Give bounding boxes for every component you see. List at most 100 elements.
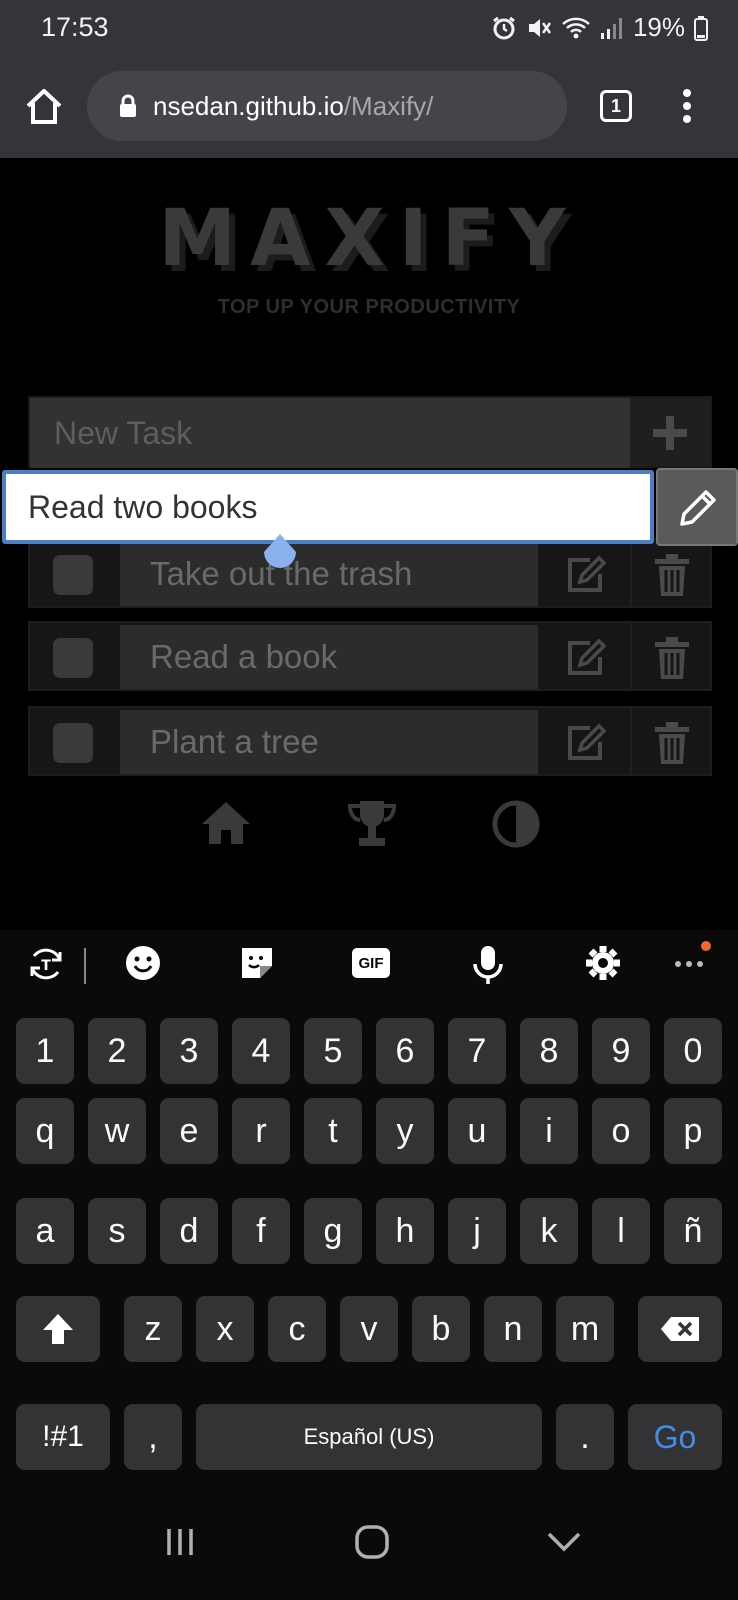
mute-icon <box>528 18 551 37</box>
key[interactable]: p <box>664 1098 722 1164</box>
home-nav-button[interactable] <box>354 1524 390 1560</box>
sticker-icon[interactable] <box>238 944 276 982</box>
key[interactable]: i <box>520 1098 578 1164</box>
space-key[interactable]: Español (US) <box>196 1404 542 1470</box>
edit-icon[interactable] <box>562 720 608 766</box>
pencil-icon <box>680 490 716 526</box>
system-nav-bar <box>0 1492 738 1600</box>
key[interactable]: b <box>412 1296 470 1362</box>
key[interactable]: n <box>484 1296 542 1362</box>
key[interactable]: w <box>88 1098 146 1164</box>
settings-icon[interactable] <box>584 944 622 982</box>
trash-icon[interactable] <box>652 720 692 766</box>
key[interactable]: h <box>376 1198 434 1264</box>
task-label: Read a book <box>120 625 538 689</box>
key[interactable]: z <box>124 1296 182 1362</box>
key[interactable]: s <box>88 1198 146 1264</box>
web-page: MAXIFY TOP UP YOUR PRODUCTIVITY New Task… <box>0 158 738 930</box>
lock-icon <box>120 94 136 117</box>
wifi-icon <box>562 17 590 38</box>
key[interactable]: e <box>160 1098 218 1164</box>
key[interactable]: f <box>232 1198 290 1264</box>
trophy-icon[interactable] <box>346 798 398 850</box>
key[interactable]: g <box>304 1198 362 1264</box>
mic-icon[interactable] <box>470 944 506 986</box>
new-task-form: New Task <box>28 396 712 468</box>
key[interactable]: r <box>232 1098 290 1164</box>
key[interactable]: m <box>556 1296 614 1362</box>
key[interactable]: a <box>16 1198 74 1264</box>
task-checkbox[interactable] <box>53 555 93 595</box>
key[interactable]: 7 <box>448 1018 506 1084</box>
key[interactable]: x <box>196 1296 254 1362</box>
task-divider <box>630 540 632 606</box>
go-key[interactable]: Go <box>628 1404 722 1470</box>
task-checkbox[interactable] <box>53 723 93 763</box>
task-divider <box>630 708 632 774</box>
key[interactable]: 8 <box>520 1018 578 1084</box>
edit-icon[interactable] <box>562 552 608 598</box>
period-key[interactable]: . <box>556 1404 614 1470</box>
home-nav-icon[interactable] <box>200 798 252 846</box>
gif-icon[interactable]: GIF <box>352 948 390 978</box>
status-bar: 17:53 19% <box>0 0 738 56</box>
home-icon[interactable] <box>24 86 64 126</box>
symbols-key[interactable]: !#1 <box>16 1404 110 1470</box>
trash-icon[interactable] <box>652 552 692 598</box>
status-icons: 19% <box>491 12 708 43</box>
emoji-icon[interactable] <box>124 944 162 982</box>
task-label: Take out the trash <box>120 542 538 606</box>
translate-icon[interactable]: T <box>26 944 66 984</box>
shift-key[interactable] <box>16 1296 100 1362</box>
add-task-button[interactable] <box>650 410 690 456</box>
backspace-key[interactable] <box>638 1296 722 1362</box>
app-tagline: TOP UP YOUR PRODUCTIVITY <box>217 296 521 318</box>
shift-icon <box>43 1314 73 1344</box>
text-cursor-handle[interactable] <box>262 534 298 570</box>
more-icon[interactable] <box>672 938 712 978</box>
edit-icon[interactable] <box>562 635 608 681</box>
status-time: 17:53 <box>41 12 109 42</box>
recent-apps-icon[interactable] <box>164 1526 196 1558</box>
key[interactable]: 3 <box>160 1018 218 1084</box>
signal-icon <box>600 17 622 39</box>
key[interactable]: ñ <box>664 1198 722 1264</box>
save-edit-button[interactable] <box>656 468 738 546</box>
more-menu-icon[interactable] <box>680 86 694 126</box>
key[interactable]: d <box>160 1198 218 1264</box>
comma-key[interactable]: , <box>124 1404 182 1470</box>
app-logo: MAXIFY <box>158 194 580 284</box>
key[interactable]: j <box>448 1198 506 1264</box>
key[interactable]: u <box>448 1098 506 1164</box>
trash-icon[interactable] <box>652 635 692 681</box>
new-task-input[interactable]: New Task <box>30 398 630 468</box>
edit-task-input[interactable]: Read two books <box>2 470 654 544</box>
key[interactable]: v <box>340 1296 398 1362</box>
hide-keyboard-icon[interactable] <box>546 1530 582 1554</box>
contrast-icon[interactable] <box>490 798 542 850</box>
key[interactable]: 0 <box>664 1018 722 1084</box>
key[interactable]: o <box>592 1098 650 1164</box>
tab-switcher-button[interactable]: 1 <box>600 90 632 122</box>
key[interactable]: 6 <box>376 1018 434 1084</box>
task-checkbox[interactable] <box>53 638 93 678</box>
address-bar[interactable]: nsedan.github.io/Maxify/ <box>87 71 567 141</box>
task-item: Plant a tree <box>28 706 712 776</box>
key[interactable]: 5 <box>304 1018 362 1084</box>
key[interactable]: 9 <box>592 1018 650 1084</box>
keyboard: T GIF 1 2 3 4 5 6 7 8 9 0 q w e r t y u … <box>0 930 738 1492</box>
key[interactable]: c <box>268 1296 326 1362</box>
task-item: Take out the trash <box>28 538 712 608</box>
key[interactable]: q <box>16 1098 74 1164</box>
key[interactable]: k <box>520 1198 578 1264</box>
key[interactable]: t <box>304 1098 362 1164</box>
key[interactable]: 1 <box>16 1018 74 1084</box>
alarm-icon <box>493 16 515 39</box>
keyboard-toolbar: T GIF <box>0 930 738 1000</box>
key[interactable]: 2 <box>88 1018 146 1084</box>
task-divider <box>630 623 632 689</box>
key[interactable]: 4 <box>232 1018 290 1084</box>
battery-icon <box>694 15 708 41</box>
key[interactable]: l <box>592 1198 650 1264</box>
key[interactable]: y <box>376 1098 434 1164</box>
